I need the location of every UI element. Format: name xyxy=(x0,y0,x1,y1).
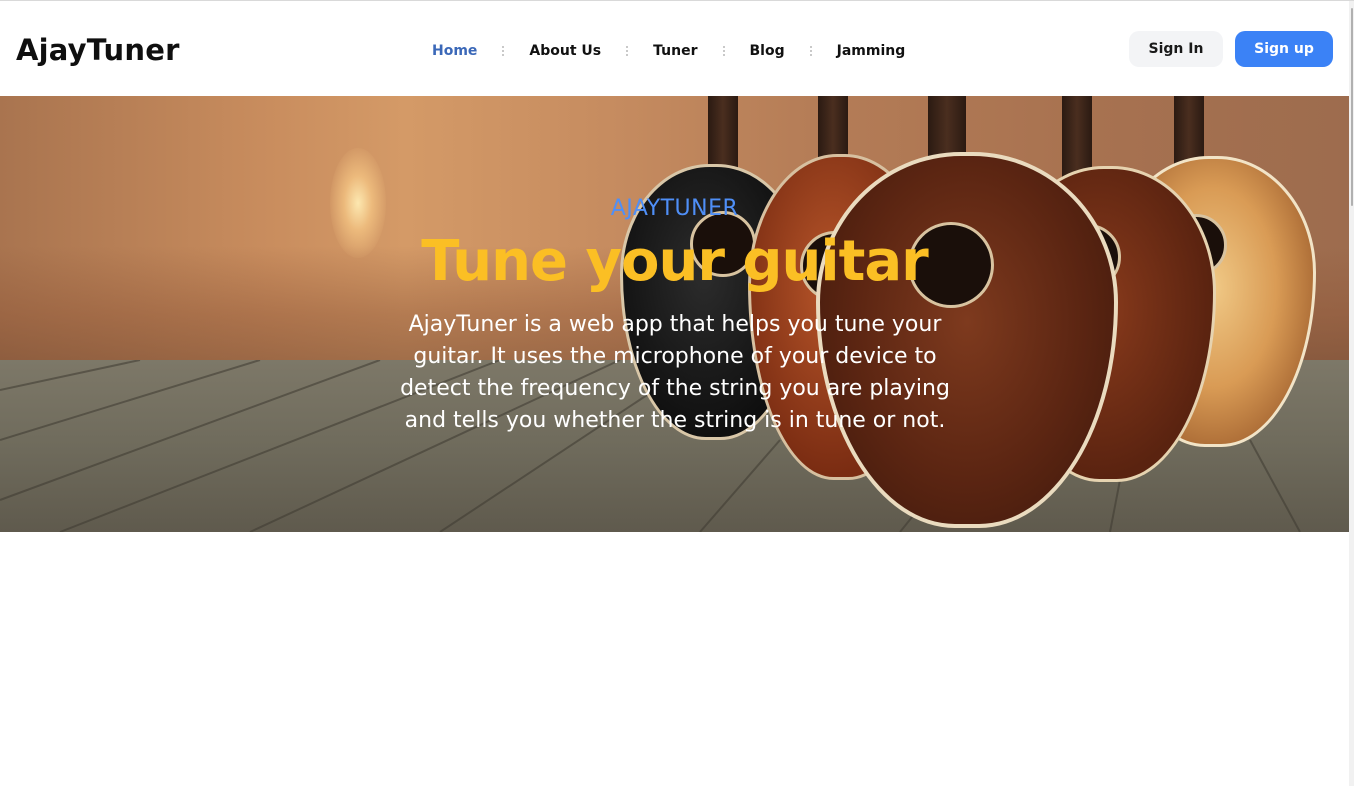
nav-blog[interactable]: Blog xyxy=(738,39,797,63)
main-nav: Home About Us Tuner Blog Jamming xyxy=(420,39,917,63)
nav-tuner[interactable]: Tuner xyxy=(641,39,709,63)
site-logo[interactable]: AjayTuner xyxy=(16,32,180,68)
nav-separator xyxy=(722,46,725,56)
scrollbar-thumb[interactable] xyxy=(1351,8,1353,206)
hero-content: AJAYTUNER Tune your guitar AjayTuner is … xyxy=(0,96,1349,532)
nav-home[interactable]: Home xyxy=(420,39,489,63)
nav-about-us[interactable]: About Us xyxy=(517,39,613,63)
nav-separator xyxy=(626,46,629,56)
sign-up-button[interactable]: Sign up xyxy=(1235,31,1333,67)
hero-title: Tune your guitar xyxy=(421,229,929,294)
nav-jamming[interactable]: Jamming xyxy=(825,39,918,63)
site-header: AjayTuner Home About Us Tuner Blog Jammi… xyxy=(0,1,1349,95)
nav-separator xyxy=(809,46,812,56)
hero-eyebrow: AJAYTUNER xyxy=(610,196,739,221)
hero-description: AjayTuner is a web app that helps you tu… xyxy=(400,312,950,433)
nav-separator xyxy=(502,46,505,56)
sign-in-button[interactable]: Sign In xyxy=(1129,31,1223,67)
